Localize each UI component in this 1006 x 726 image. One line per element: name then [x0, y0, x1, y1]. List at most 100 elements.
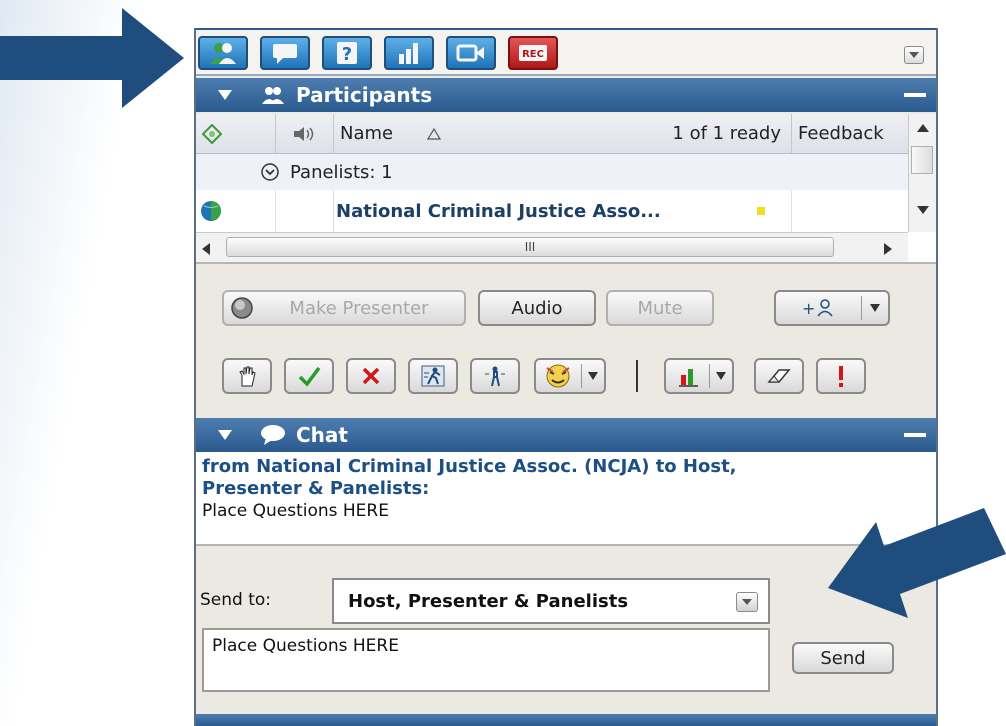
group-collapse-icon[interactable]: [260, 162, 280, 182]
poll-toggle-button[interactable]: [384, 36, 434, 70]
participant-name-cell: National Criminal Justice Asso...: [334, 190, 792, 232]
chat-toggle-button[interactable]: [260, 36, 310, 70]
invite-participant-button[interactable]: +: [774, 290, 890, 326]
feedback-column-header[interactable]: Feedback: [792, 114, 908, 153]
chat-title: Chat: [296, 423, 348, 447]
participant-name: National Criminal Justice Asso...: [336, 200, 661, 222]
send-to-dropdown-button[interactable]: [736, 592, 758, 612]
attention-indicator-icon: [202, 123, 222, 144]
send-button[interactable]: Send: [792, 642, 894, 674]
record-button[interactable]: REC: [508, 36, 558, 70]
ready-count: 1 of 1 ready: [672, 123, 781, 144]
feedback-no-button[interactable]: [346, 358, 396, 394]
audio-column-header[interactable]: [276, 114, 334, 153]
polling-results-dropdown-button[interactable]: [664, 358, 734, 394]
video-toggle-button[interactable]: [446, 36, 496, 70]
chat-icon: [273, 44, 297, 64]
sort-ascending-icon: [427, 127, 442, 140]
audio-button[interactable]: Audio: [478, 290, 596, 326]
participants-table-header: Name 1 of 1 ready Feedback: [196, 114, 908, 154]
callout-arrow-left: [0, 8, 184, 108]
panelists-group-row[interactable]: Panelists: 1: [196, 154, 908, 190]
participants-horizontal-scrollbar[interactable]: III: [196, 232, 908, 262]
chat-sender-line: from National Criminal Justice Assoc. (N…: [202, 456, 737, 477]
participants-table: Name 1 of 1 ready Feedback Panelists: 1 …: [196, 114, 936, 262]
participant-audio-cell: [276, 190, 334, 232]
make-presenter-label: Make Presenter: [289, 297, 429, 319]
alert-button[interactable]: [816, 358, 866, 394]
chevron-down-icon: [716, 372, 726, 380]
name-column-label: Name: [340, 123, 394, 144]
checkmark-icon: [298, 366, 321, 387]
collapse-triangle-icon[interactable]: [218, 430, 232, 440]
participants-toggle-button[interactable]: [198, 36, 248, 70]
invite-plus-label: +: [802, 298, 816, 318]
go-faster-icon: [421, 365, 445, 387]
svg-text:REC: REC: [522, 49, 544, 60]
panel-toolbar: ? REC: [196, 28, 936, 76]
help-icon: ?: [337, 42, 357, 65]
participants-title: Participants: [296, 83, 433, 107]
participants-icon: [210, 43, 236, 64]
panelists-group-label: Panelists: 1: [290, 162, 393, 183]
participant-feedback-cell: [792, 190, 908, 232]
mute-button[interactable]: Mute: [606, 290, 714, 326]
exclamation-icon: [839, 366, 843, 387]
status-column-header[interactable]: [196, 114, 276, 153]
send-to-value: Host, Presenter & Panelists: [348, 590, 629, 612]
video-icon: [456, 44, 484, 62]
vertical-scroll-thumb[interactable]: [911, 146, 933, 174]
make-presenter-button[interactable]: Make Presenter: [222, 290, 466, 326]
chat-header-icon: [258, 424, 288, 446]
horizontal-scroll-thumb[interactable]: III: [226, 237, 834, 257]
chevron-down-icon[interactable]: [870, 304, 880, 312]
x-mark-icon: [362, 367, 380, 385]
participants-header-icon: [258, 84, 288, 106]
chat-sender-line-2: Presenter & Panelists:: [202, 478, 430, 499]
scroll-right-icon[interactable]: [884, 243, 892, 255]
raise-hand-button[interactable]: [222, 358, 272, 394]
clear-feedback-button[interactable]: [754, 358, 804, 394]
chat-header[interactable]: Chat: [196, 418, 936, 452]
participant-row[interactable]: National Criminal Justice Asso...: [196, 190, 908, 232]
feedback-yes-button[interactable]: [284, 358, 334, 394]
collapse-triangle-icon[interactable]: [218, 90, 232, 100]
callout-arrow-right: [828, 508, 1006, 618]
panel-options-dropdown[interactable]: [904, 46, 924, 64]
record-icon: REC: [519, 45, 547, 61]
chevron-down-icon: [588, 372, 598, 380]
poll-icon: [399, 43, 418, 64]
send-to-select[interactable]: Host, Presenter & Panelists: [332, 578, 770, 624]
go-slower-icon: [485, 366, 505, 387]
send-to-label: Send to:: [200, 590, 272, 610]
presenter-ball-icon: [231, 297, 253, 319]
participant-controls: Make Presenter Audio Mute +: [196, 262, 936, 418]
raise-hand-icon: [239, 366, 256, 387]
participant-status-cell: [196, 190, 276, 232]
screenshot-stage: ? REC Participants Name 1 of 1 ready Fee…: [0, 0, 1006, 726]
minimize-participants-icon[interactable]: [904, 93, 926, 97]
add-user-icon: [817, 299, 833, 317]
scroll-left-icon[interactable]: [202, 243, 210, 255]
scroll-down-icon[interactable]: [917, 206, 929, 214]
toolbar-separator: [636, 360, 638, 392]
next-section-header: [196, 714, 936, 726]
svg-text:?: ?: [342, 44, 352, 65]
poll-results-icon: [679, 369, 698, 387]
go-slower-button[interactable]: [470, 358, 520, 394]
emoticon-dropdown-button[interactable]: [534, 358, 606, 394]
speaker-icon: [293, 126, 313, 141]
name-column-header[interactable]: Name 1 of 1 ready: [334, 114, 792, 153]
chat-message-input[interactable]: Place Questions HERE: [202, 628, 770, 692]
participants-header[interactable]: Participants: [196, 78, 936, 112]
eraser-icon: [767, 369, 791, 383]
participants-vertical-scrollbar[interactable]: [908, 114, 936, 232]
chevron-down-icon: [909, 52, 919, 58]
help-toggle-button[interactable]: ?: [322, 36, 372, 70]
participant-status-dot: [757, 207, 765, 215]
emoticon-icon: [546, 364, 570, 388]
scroll-up-icon[interactable]: [917, 124, 929, 132]
minimize-chat-icon[interactable]: [904, 433, 926, 437]
chat-message: Place Questions HERE: [202, 501, 389, 521]
go-faster-button[interactable]: [408, 358, 458, 394]
